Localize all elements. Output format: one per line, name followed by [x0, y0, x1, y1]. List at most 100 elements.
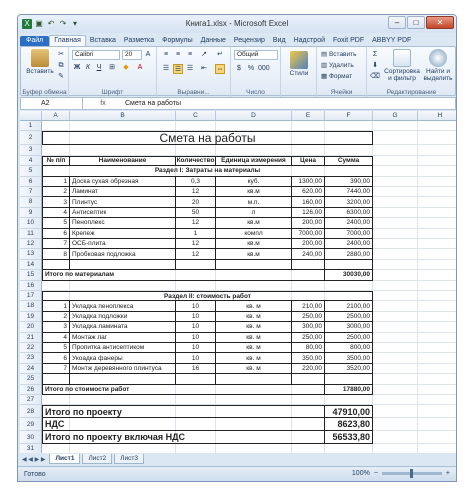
row-header[interactable]: 12: [20, 239, 42, 250]
empty-cell[interactable]: [373, 301, 418, 312]
table-cell[interactable]: 12: [176, 218, 216, 229]
align-right-icon[interactable]: ☰: [185, 64, 195, 74]
total-label-cell[interactable]: Итого по материалам: [42, 270, 325, 281]
empty-cell[interactable]: [418, 131, 456, 146]
sheet-tab[interactable]: Лист3: [114, 454, 144, 464]
table-cell[interactable]: 800,00: [325, 343, 373, 354]
format-painter-icon[interactable]: ✎: [56, 72, 66, 82]
empty-cell[interactable]: [325, 395, 373, 406]
table-cell[interactable]: 50: [176, 207, 216, 219]
empty-cell[interactable]: [418, 312, 456, 323]
empty-bordered-cell[interactable]: [176, 259, 216, 271]
header-cell[interactable]: Количество: [176, 155, 216, 167]
empty-cell[interactable]: [373, 155, 418, 167]
empty-cell[interactable]: [70, 145, 176, 156]
total-label-cell[interactable]: Итого по проекту включая НДС: [42, 431, 325, 445]
empty-cell[interactable]: [42, 121, 70, 132]
table-cell[interactable]: 10: [176, 343, 216, 354]
table-cell[interactable]: 7: [42, 363, 70, 375]
empty-cell[interactable]: [418, 343, 456, 354]
table-cell[interactable]: 10: [176, 353, 216, 364]
row-header[interactable]: 4: [20, 155, 42, 167]
row-header[interactable]: 20: [20, 322, 42, 333]
empty-cell[interactable]: [292, 444, 325, 453]
table-cell[interactable]: л: [216, 207, 292, 219]
empty-cell[interactable]: [216, 444, 292, 453]
empty-cell[interactable]: [42, 280, 70, 291]
table-cell[interactable]: 6: [42, 353, 70, 364]
empty-cell[interactable]: [418, 187, 456, 198]
table-cell[interactable]: 7: [42, 239, 70, 250]
table-cell[interactable]: кв.м: [216, 218, 292, 229]
table-cell[interactable]: 390,00: [325, 176, 373, 187]
row-header[interactable]: 8: [20, 197, 42, 208]
align-top-icon[interactable]: ≡: [161, 50, 171, 60]
underline-icon[interactable]: Ч: [94, 63, 104, 73]
empty-cell[interactable]: [176, 444, 216, 453]
table-cell[interactable]: 7000,00: [325, 228, 373, 239]
empty-bordered-cell[interactable]: [216, 374, 292, 385]
total-value-cell[interactable]: 30030,00: [325, 270, 373, 281]
empty-bordered-cell[interactable]: [176, 374, 216, 385]
table-cell[interactable]: куб.: [216, 176, 292, 187]
row-header[interactable]: 23: [20, 353, 42, 364]
empty-cell[interactable]: [42, 395, 70, 406]
total-label-cell[interactable]: Итого по стоимости работ: [42, 384, 325, 395]
table-cell[interactable]: 126,00: [292, 207, 325, 219]
zoom-in-icon[interactable]: +: [446, 470, 450, 477]
ribbon-tab[interactable]: Главная: [49, 35, 86, 46]
empty-cell[interactable]: [176, 121, 216, 132]
empty-bordered-cell[interactable]: [325, 259, 373, 271]
empty-cell[interactable]: [418, 166, 456, 177]
undo-icon[interactable]: ↶: [46, 19, 56, 29]
row-header[interactable]: 6: [20, 176, 42, 187]
empty-bordered-cell[interactable]: [70, 374, 176, 385]
empty-cell[interactable]: [373, 444, 418, 453]
table-cell[interactable]: Пропитка антисептиком: [70, 343, 176, 354]
ribbon-tab[interactable]: Foxit PDF: [329, 36, 368, 46]
table-cell[interactable]: 20: [176, 197, 216, 208]
table-cell[interactable]: 6300,00: [325, 207, 373, 219]
ribbon-tab[interactable]: Вид: [269, 36, 290, 46]
table-cell[interactable]: Крепеж: [70, 228, 176, 239]
table-cell[interactable]: 2: [42, 187, 70, 198]
italic-icon[interactable]: К: [83, 63, 93, 73]
row-header[interactable]: 13: [20, 249, 42, 260]
worksheet-grid[interactable]: A B C D E F G H 1 2 3 4 5 6 7 8 9 10 11 12 13 14 15 16 17 18 19 20 2…: [20, 111, 456, 453]
table-cell[interactable]: кв.м: [216, 187, 292, 198]
empty-cell[interactable]: [373, 187, 418, 198]
table-cell[interactable]: Укладка подложки: [70, 311, 176, 323]
empty-cell[interactable]: [418, 249, 456, 260]
empty-cell[interactable]: [418, 270, 456, 281]
total-label-cell[interactable]: Итого по проекту: [42, 405, 325, 419]
empty-cell[interactable]: [216, 145, 292, 156]
table-cell[interactable]: кв.м: [216, 239, 292, 250]
empty-cell[interactable]: [373, 343, 418, 354]
name-box[interactable]: A2: [21, 98, 83, 109]
zoom-slider[interactable]: [381, 469, 442, 478]
empty-cell[interactable]: [418, 364, 456, 375]
row-header[interactable]: 1: [20, 121, 42, 132]
row-header[interactable]: 15: [20, 270, 42, 281]
indent-icon[interactable]: ⇤: [199, 64, 209, 74]
sheet-title-cell[interactable]: Смета на работы: [42, 131, 373, 146]
empty-cell[interactable]: [418, 405, 456, 419]
sheet-tab[interactable]: Лист1: [49, 454, 81, 464]
table-cell[interactable]: 300,00: [292, 322, 325, 333]
empty-cell[interactable]: [373, 291, 418, 302]
table-cell[interactable]: кв. м: [216, 353, 292, 364]
empty-cell[interactable]: [373, 121, 418, 132]
table-cell[interactable]: 10: [176, 301, 216, 312]
zoom-out-icon[interactable]: −: [374, 470, 378, 477]
empty-cell[interactable]: [373, 332, 418, 343]
empty-bordered-cell[interactable]: [216, 259, 292, 271]
delete-cells-button[interactable]: ▥ Удалить: [321, 61, 354, 69]
empty-cell[interactable]: [373, 249, 418, 260]
table-cell[interactable]: 250,00: [292, 332, 325, 343]
row-header[interactable]: 28: [20, 405, 42, 419]
table-cell[interactable]: ОСБ-плита: [70, 239, 176, 250]
number-format-select[interactable]: Общий: [234, 50, 278, 60]
empty-cell[interactable]: [418, 239, 456, 250]
autosum-icon[interactable]: Σ: [370, 50, 380, 60]
empty-cell[interactable]: [373, 280, 418, 291]
